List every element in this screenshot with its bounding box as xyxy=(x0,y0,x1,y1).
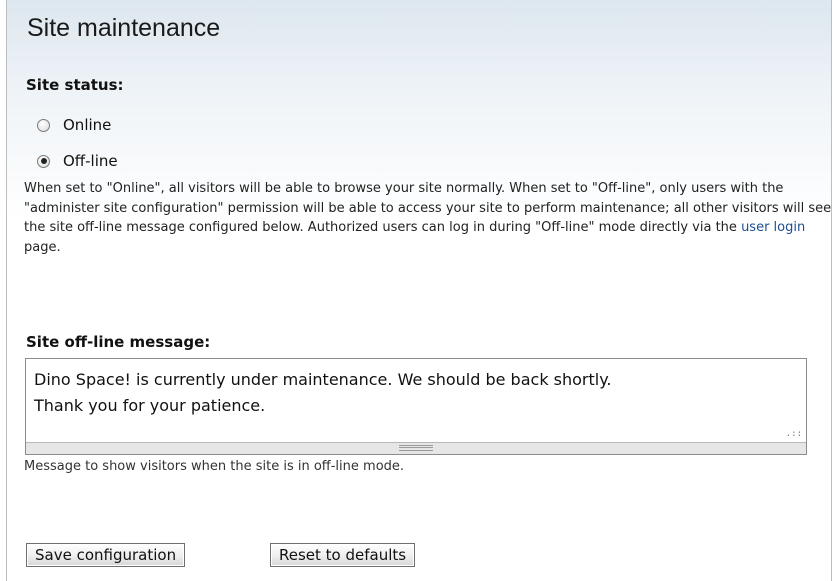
offline-message-label: Site off-line message: xyxy=(26,333,211,351)
resize-grip-icon[interactable]: .:: xyxy=(786,429,802,439)
maintenance-panel: Site maintenance Site status: Online Off… xyxy=(6,0,832,581)
offline-message-textarea[interactable]: Dino Space! is currently under maintenan… xyxy=(26,359,806,443)
description-text-end: page. xyxy=(24,239,61,255)
offline-message-field[interactable]: Dino Space! is currently under maintenan… xyxy=(25,358,807,455)
radio-online-label[interactable]: Online xyxy=(63,116,111,134)
radio-offline-label[interactable]: Off-line xyxy=(63,152,118,170)
site-status-description: When set to "Online", all visitors will … xyxy=(24,179,834,257)
radio-offline[interactable]: Off-line xyxy=(37,150,118,172)
radio-offline-button[interactable] xyxy=(37,154,50,168)
radio-online[interactable]: Online xyxy=(37,114,111,136)
grippie-lines xyxy=(399,445,433,451)
reset-to-defaults-button[interactable]: Reset to defaults xyxy=(270,543,416,567)
site-status-label: Site status: xyxy=(26,76,124,94)
description-text: When set to "Online", all visitors will … xyxy=(24,181,832,235)
grippie-icon[interactable] xyxy=(26,442,806,454)
radio-online-button[interactable] xyxy=(37,118,50,132)
save-configuration-button[interactable]: Save configuration xyxy=(26,543,186,567)
page-title: Site maintenance xyxy=(27,14,221,42)
offline-message-help: Message to show visitors when the site i… xyxy=(24,459,405,474)
user-login-link[interactable]: user login xyxy=(741,220,805,235)
